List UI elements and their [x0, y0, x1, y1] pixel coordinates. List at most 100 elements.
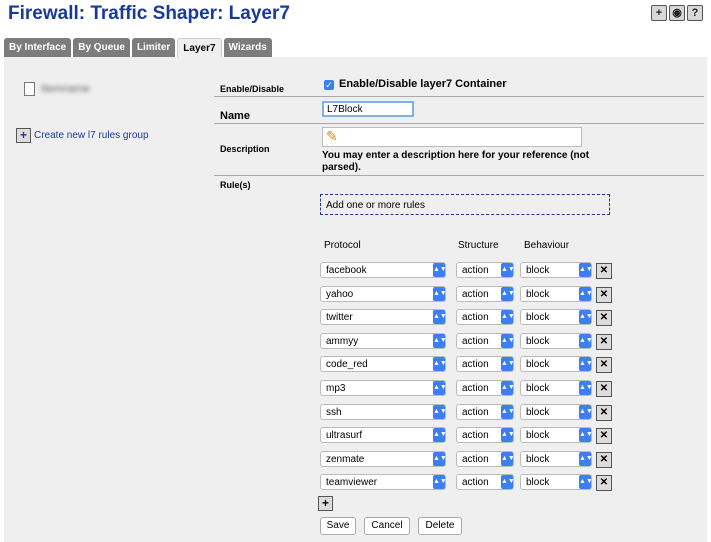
delete-rule-icon[interactable]: ✕	[596, 310, 612, 327]
description-note: You may enter a description here for you…	[322, 150, 590, 173]
structure-select[interactable]: action ▲▼	[456, 332, 515, 349]
protocol-header: Protocol	[324, 240, 361, 251]
protocol-select[interactable]: facebook ▲▼	[320, 262, 447, 278]
add-rules-box[interactable]: Add one or more rules	[320, 194, 610, 215]
enable-row: Enable/Disable ✓ Enable/Disable layer7 C…	[214, 74, 704, 97]
delete-rule-icon[interactable]: ✕	[596, 333, 612, 350]
tab-limiter[interactable]: Limiter	[131, 38, 176, 57]
create-group-label: Create new l7 rules group	[34, 130, 149, 141]
structure-value: action	[462, 430, 489, 442]
behaviour-value: block	[526, 312, 550, 324]
tab-by-interface[interactable]: By Interface	[4, 38, 72, 57]
add-rule-icon[interactable]: +	[318, 496, 333, 511]
protocol-select[interactable]: zenmate ▲▼	[320, 450, 447, 467]
select-arrow-icon: ▲▼	[433, 475, 447, 490]
tab-layer7[interactable]: Layer7	[177, 38, 222, 59]
structure-value: action	[462, 453, 489, 465]
name-input[interactable]: L7Block	[322, 101, 414, 117]
protocol-value: twitter	[326, 312, 353, 324]
structure-select[interactable]: action ▲▼	[456, 427, 515, 444]
structure-value: action	[462, 312, 489, 324]
tab-by-queue[interactable]: By Queue	[73, 38, 130, 57]
protocol-select[interactable]: yahoo ▲▼	[320, 285, 447, 302]
tab-wizards[interactable]: Wizards	[223, 38, 272, 57]
delete-rule-icon[interactable]: ✕	[596, 286, 612, 303]
save-button[interactable]: Save	[320, 517, 356, 535]
delete-rule-icon[interactable]: ✕	[596, 263, 612, 279]
behaviour-select[interactable]: block ▲▼	[520, 262, 593, 278]
protocol-select[interactable]: teamviewer ▲▼	[320, 474, 447, 491]
select-arrow-icon: ▲▼	[501, 263, 515, 277]
select-arrow-icon: ▲▼	[579, 310, 593, 325]
delete-rule-icon[interactable]: ✕	[596, 451, 612, 468]
behaviour-select[interactable]: block ▲▼	[520, 474, 593, 491]
delete-rule-icon[interactable]: ✕	[596, 357, 612, 374]
protocol-select[interactable]: twitter ▲▼	[320, 309, 447, 326]
select-arrow-icon: ▲▼	[433, 451, 447, 466]
document-icon	[24, 82, 35, 96]
protocol-value: mp3	[326, 383, 346, 394]
structure-select[interactable]: action ▲▼	[456, 262, 515, 278]
structure-select[interactable]: action ▲▼	[456, 380, 515, 396]
structure-select[interactable]: action ▲▼	[456, 285, 515, 302]
behaviour-header: Behaviour	[524, 240, 570, 251]
add-icon[interactable]: +	[651, 5, 667, 21]
select-arrow-icon: ▲▼	[579, 451, 593, 466]
protocol-select[interactable]: ssh ▲▼	[320, 403, 447, 420]
protocol-select[interactable]: code_red ▲▼	[320, 356, 447, 373]
behaviour-select[interactable]: block ▲▼	[520, 356, 593, 373]
select-arrow-icon: ▲▼	[433, 310, 447, 325]
behaviour-select[interactable]: block ▲▼	[520, 427, 593, 444]
select-arrow-icon: ▲▼	[433, 263, 447, 277]
select-arrow-icon: ▲▼	[579, 381, 593, 395]
select-arrow-icon: ▲▼	[433, 357, 447, 372]
structure-select[interactable]: action ▲▼	[456, 450, 515, 467]
enable-checkbox[interactable]: ✓	[324, 80, 334, 90]
delete-button[interactable]: Delete	[418, 517, 462, 535]
protocol-value: ultrasurf	[326, 430, 363, 442]
behaviour-select[interactable]: block ▲▼	[520, 380, 593, 396]
structure-select[interactable]: action ▲▼	[456, 474, 515, 491]
structure-value: action	[462, 265, 489, 276]
protocol-value: ssh	[326, 406, 342, 418]
behaviour-select[interactable]: block ▲▼	[520, 285, 593, 302]
behaviour-select[interactable]: block ▲▼	[520, 450, 593, 467]
behaviour-value: block	[526, 453, 550, 465]
behaviour-select[interactable]: block ▲▼	[520, 309, 593, 326]
protocol-value: code_red	[326, 359, 368, 371]
behaviour-select[interactable]: block ▲▼	[520, 332, 593, 349]
select-arrow-icon: ▲▼	[579, 357, 593, 372]
plus-icon: +	[16, 128, 31, 143]
create-group-link[interactable]: + Create new l7 rules group	[16, 128, 149, 143]
delete-rule-icon[interactable]: ✕	[596, 475, 612, 492]
pencil-icon: ✎	[326, 128, 338, 144]
structure-value: action	[462, 335, 489, 347]
enable-label: Enable/Disable	[220, 84, 285, 94]
page-title: Firewall: Traffic Shaper: Layer7	[8, 3, 290, 24]
cancel-button[interactable]: Cancel	[364, 517, 410, 535]
select-arrow-icon: ▲▼	[501, 451, 515, 466]
select-arrow-icon: ▲▼	[501, 286, 515, 301]
behaviour-value: block	[526, 359, 550, 371]
structure-select[interactable]: action ▲▼	[456, 403, 515, 420]
enable-checkbox-label: Enable/Disable layer7 Container	[339, 78, 507, 90]
name-label: Name	[220, 110, 250, 122]
protocol-select[interactable]: ultrasurf ▲▼	[320, 427, 447, 444]
select-arrow-icon: ▲▼	[433, 404, 447, 419]
behaviour-select[interactable]: block ▲▼	[520, 403, 593, 420]
select-arrow-icon: ▲▼	[501, 333, 515, 348]
structure-select[interactable]: action ▲▼	[456, 356, 515, 373]
behaviour-value: block	[526, 335, 550, 347]
structure-select[interactable]: action ▲▼	[456, 309, 515, 326]
protocol-value: zenmate	[326, 453, 365, 465]
delete-rule-icon[interactable]: ✕	[596, 428, 612, 445]
delete-rule-icon[interactable]: ✕	[596, 404, 612, 421]
protocol-select[interactable]: mp3 ▲▼	[320, 380, 447, 396]
description-input[interactable]	[322, 127, 582, 147]
behaviour-value: block	[526, 430, 550, 442]
tree-item[interactable]: Itemname	[24, 82, 90, 96]
delete-rule-icon[interactable]: ✕	[596, 381, 612, 397]
protocol-select[interactable]: ammyy ▲▼	[320, 332, 447, 349]
log-icon[interactable]: ◉	[669, 5, 685, 21]
help-icon[interactable]: ?	[687, 5, 703, 21]
